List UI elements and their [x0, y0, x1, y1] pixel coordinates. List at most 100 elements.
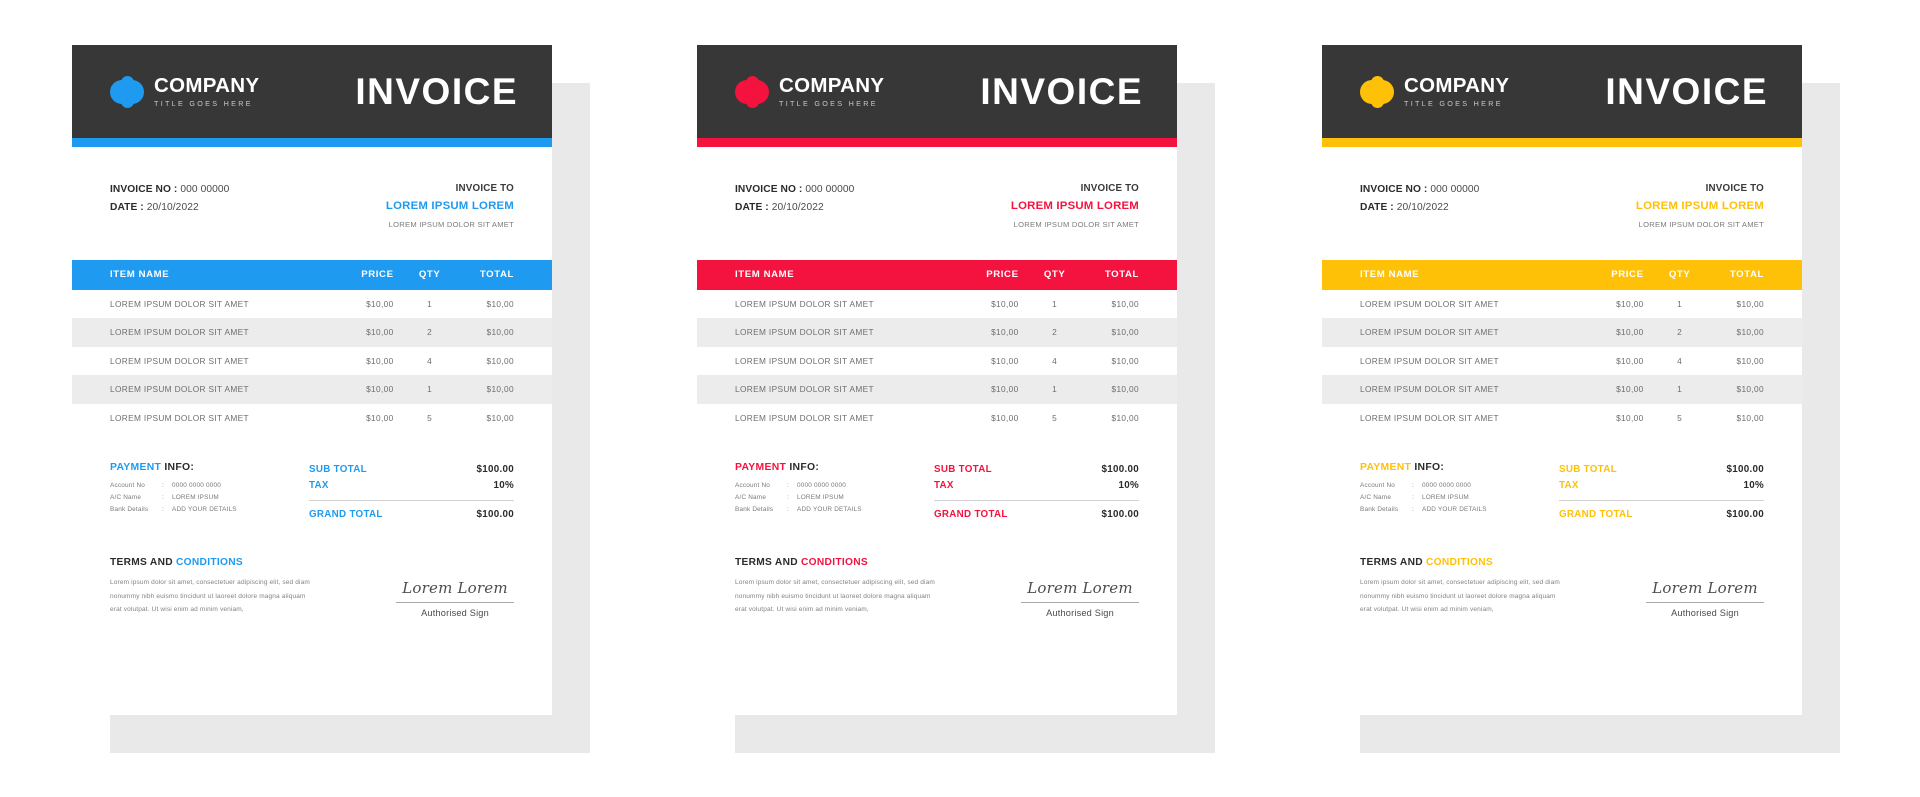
- table-row: LOREM IPSUM DOLOR SIT AMET $10,00 4 $10,00: [697, 347, 1177, 376]
- invoice-date-line: DATE : 20/10/2022: [110, 199, 229, 217]
- brand-lockup: COMPANY TITLE GOES HERE: [1360, 74, 1509, 110]
- terms-heading-plain: TERMS AND: [110, 557, 177, 569]
- sub-total-row: SUB TOTAL $100.00: [309, 462, 514, 478]
- tax-row: TAX 10%: [934, 478, 1139, 494]
- payment-detail-row: Account No:0000 0000 0000: [1360, 480, 1487, 492]
- company-ellipse-logo-icon: [735, 74, 769, 110]
- cell-qty: 4: [1677, 355, 1683, 366]
- terms-heading-plain: TERMS AND: [735, 557, 802, 569]
- brand-tagline: TITLE GOES HERE: [1404, 99, 1503, 109]
- cell-item-name: LOREM IPSUM DOLOR SIT AMET: [110, 384, 249, 395]
- invoice-date-value: 20/10/2022: [771, 201, 824, 213]
- grand-total-label: GRAND TOTAL: [309, 509, 383, 521]
- cell-price: $10,00: [991, 327, 1019, 338]
- invoice-date-label: DATE :: [110, 201, 144, 213]
- payment-detail-separator: :: [162, 482, 164, 490]
- payment-detail-row: Account No:0000 0000 0000: [735, 480, 862, 492]
- sub-total-value: $100.00: [476, 464, 514, 476]
- payment-info-title-rest: INFO:: [789, 462, 820, 474]
- cell-item-name: LOREM IPSUM DOLOR SIT AMET: [735, 384, 874, 395]
- terms-section: TERMS AND CONDITIONS Lorem ipsum dolor si…: [697, 523, 1177, 618]
- invoice-number-line: INVOICE NO : 000 00000: [110, 181, 229, 199]
- terms-section: TERMS AND CONDITIONS Lorem ipsum dolor si…: [72, 523, 552, 618]
- items-table: ITEM NAME PRICE QTY TOTAL LOREM IPSUM DOLOR …: [72, 259, 552, 433]
- payment-detail-key: Account No: [735, 482, 771, 490]
- table-row: LOREM IPSUM DOLOR SIT AMET $10,00 2 $10,00: [1322, 318, 1802, 347]
- totals-block: SUB TOTAL $100.00 TAX 10% GRAND TOTAL $100.00: [934, 462, 1139, 523]
- signature-script: Lorem Lorem: [1652, 579, 1758, 598]
- invoice-title: INVOICE: [980, 70, 1143, 112]
- terms-text-block: TERMS AND CONDITIONS Lorem ipsum dolor si…: [735, 557, 940, 616]
- sub-total-label: SUB TOTAL: [934, 464, 992, 476]
- invoice-to-label: INVOICE TO: [1080, 183, 1139, 194]
- grand-total-row: GRAND TOTAL $100.00: [309, 507, 514, 523]
- terms-heading-plain: TERMS AND: [1360, 557, 1427, 569]
- payment-detail-list: Account No:0000 0000 0000 A/C Name: LOREM …: [735, 480, 862, 516]
- terms-body-text: Lorem ipsum dolor sit amet, consectetuer…: [110, 579, 310, 613]
- brand-tagline: TITLE GOES HERE: [154, 99, 253, 109]
- signature-block: Lorem Lorem Authorised Sign: [396, 557, 514, 618]
- payment-detail-key: Bank Details: [1360, 505, 1399, 513]
- cell-price: $10,00: [366, 327, 394, 338]
- payment-detail-value: 0000 0000 0000: [172, 482, 222, 490]
- cell-qty: 4: [427, 355, 433, 366]
- cell-item-name: LOREM IPSUM DOLOR SIT AMET: [1360, 355, 1499, 366]
- column-price: PRICE: [361, 269, 394, 281]
- table-row: LOREM IPSUM DOLOR SIT AMET $10,00 1 $10,00: [697, 375, 1177, 404]
- terms-heading: TERMS AND CONDITIONS: [735, 557, 940, 568]
- brand-name: COMPANY: [779, 73, 885, 97]
- totals-divider: [934, 499, 1139, 502]
- sub-total-value: $100.00: [1726, 464, 1764, 476]
- cell-qty: 2: [427, 327, 433, 338]
- cell-qty: 4: [1052, 355, 1058, 366]
- cell-item-name: LOREM IPSUM DOLOR SIT AMET: [110, 298, 249, 309]
- payment-detail-row: A/C Name: LOREM IPSUM: [735, 492, 862, 504]
- payment-detail-separator: :: [162, 505, 164, 513]
- totals-block: SUB TOTAL $100.00 TAX 10% GRAND TOTAL $100.00: [309, 462, 514, 523]
- terms-heading-accent: CONDITIONS: [1426, 557, 1493, 569]
- cell-item-name: LOREM IPSUM DOLOR SIT AMET: [110, 327, 249, 338]
- items-table-header: ITEM NAME PRICE QTY TOTAL: [697, 259, 1177, 290]
- brand-name: COMPANY: [1404, 73, 1510, 97]
- payment-detail-value: 0000 0000 0000: [797, 482, 847, 490]
- invoice-meta-right: INVOICE TO LOREM IPSUM LOREM LOREM IPSUM D…: [1636, 181, 1764, 231]
- payment-detail-key: Account No: [110, 482, 146, 490]
- accent-bar: [72, 138, 552, 147]
- invoice-number-label: INVOICE NO :: [735, 184, 803, 195]
- company-ellipse-logo-icon: [110, 74, 144, 110]
- logo-wing-right-shape: [1381, 79, 1394, 104]
- cell-total: $10,00: [1736, 327, 1764, 338]
- payment-detail-key: Bank Details: [110, 505, 149, 513]
- payment-and-totals: PAYMENT INFO: Account No:0000 0000 0000 A/…: [697, 432, 1177, 523]
- terms-body-text: Lorem ipsum dolor sit amet, consectetuer…: [735, 579, 935, 613]
- payment-info-title: PAYMENT INFO:: [735, 462, 862, 473]
- cell-total: $10,00: [1736, 384, 1764, 395]
- payment-info-title: PAYMENT INFO:: [1360, 462, 1487, 473]
- table-row: LOREM IPSUM DOLOR SIT AMET $10,00 1 $10,00: [1322, 290, 1802, 319]
- tax-label: TAX: [1559, 479, 1579, 491]
- payment-info-title-accent: PAYMENT: [110, 462, 162, 474]
- invoice-to-label: INVOICE TO: [455, 183, 514, 194]
- payment-info: PAYMENT INFO: Account No:0000 0000 0000 A/…: [1360, 462, 1487, 523]
- totals-divider: [1559, 499, 1764, 502]
- grand-total-value: $100.00: [1101, 509, 1139, 521]
- brand-lockup: COMPANY TITLE GOES HERE: [735, 74, 884, 110]
- payment-detail-row: Bank Details: ADD YOUR DETAILS: [735, 504, 862, 516]
- invoice-meta: INVOICE NO : 000 00000 DATE : 20/10/2022 I…: [1322, 147, 1802, 231]
- column-qty: QTY: [1668, 269, 1691, 281]
- payment-detail-value: ADD YOUR DETAILS: [1422, 505, 1487, 513]
- signature-label: Authorised Sign: [1046, 608, 1114, 619]
- cell-item-name: LOREM IPSUM DOLOR SIT AMET: [1360, 327, 1499, 338]
- cell-item-name: LOREM IPSUM DOLOR SIT AMET: [110, 355, 249, 366]
- invoice-number-label: INVOICE NO :: [110, 184, 178, 195]
- cell-item-name: LOREM IPSUM DOLOR SIT AMET: [1360, 298, 1499, 309]
- cell-item-name: LOREM IPSUM DOLOR SIT AMET: [1360, 384, 1499, 395]
- invoice-number-value: 000 00000: [805, 184, 855, 195]
- signature-block: Lorem Lorem Authorised Sign: [1021, 557, 1139, 618]
- cell-price: $10,00: [366, 298, 394, 309]
- invoice-number-value: 000 00000: [180, 184, 230, 195]
- invoice-card-yellow: COMPANY TITLE GOES HERE INVOICE INVOICE NO …: [1322, 45, 1802, 715]
- invoice-meta-left: INVOICE NO : 000 00000 DATE : 20/10/2022: [1360, 181, 1479, 217]
- column-item-name: ITEM NAME: [110, 269, 170, 281]
- invoice-number-label: INVOICE NO :: [1360, 184, 1428, 195]
